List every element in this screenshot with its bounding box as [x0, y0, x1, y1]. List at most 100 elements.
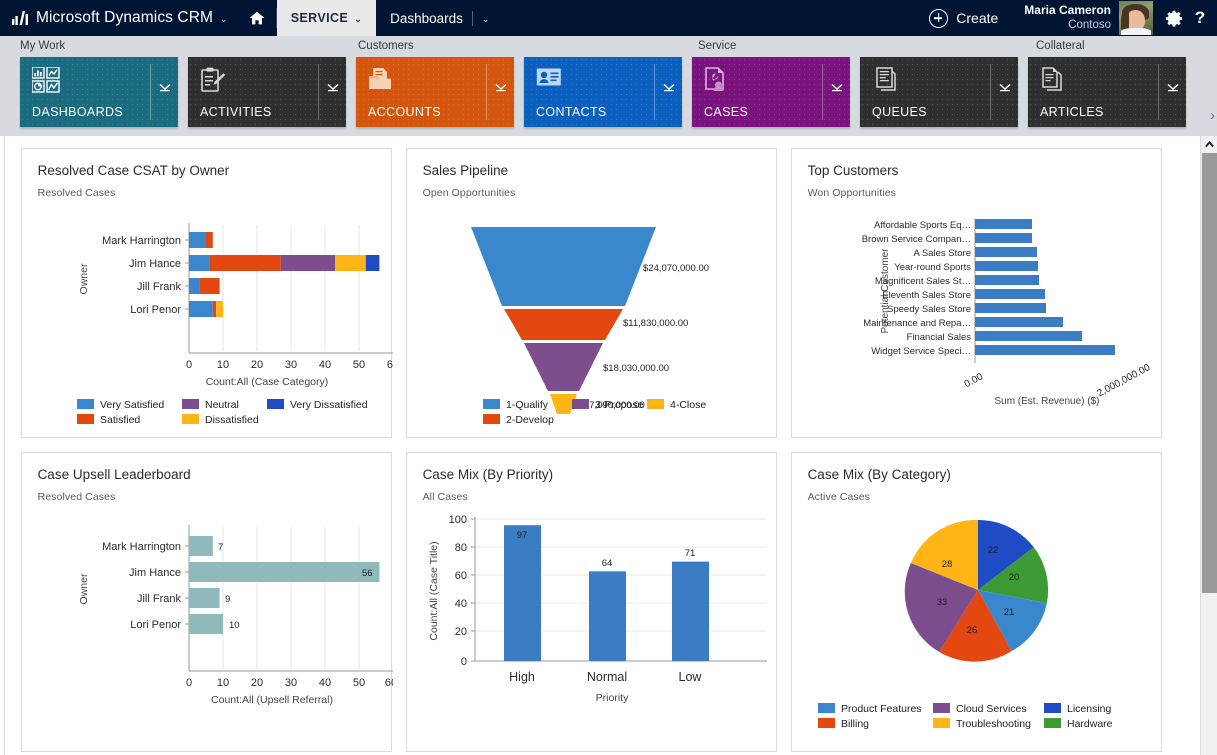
breadcrumb[interactable]: Dashboards ⌄ — [376, 0, 503, 36]
queue-stack-icon — [872, 67, 898, 97]
chart-card-case-upsell-leaderboard[interactable]: Case Upsell Leaderboard Resolved Cases — [21, 452, 392, 752]
breadcrumb-chevron-down-icon[interactable]: ⌄ — [482, 12, 490, 24]
nav-group-customers: Customers — [358, 40, 414, 52]
svg-text:Dissatisfied: Dissatisfied — [205, 414, 259, 426]
vertical-scrollbar[interactable] — [1200, 136, 1217, 755]
svg-text:Year-round Sports: Year-round Sports — [894, 262, 971, 273]
breadcrumb-divider — [472, 11, 473, 26]
svg-text:Potential Customer: Potential Customer — [880, 248, 891, 334]
svg-text:Owner: Owner — [78, 263, 90, 294]
svg-text:Financial Sales: Financial Sales — [906, 332, 971, 343]
nav-tile-contacts-label: CONTACTS — [536, 105, 607, 119]
funnel-label-3: $18,030,000.00 — [603, 363, 669, 374]
svg-text:20: 20 — [250, 359, 262, 371]
avatar[interactable] — [1119, 1, 1153, 35]
bar-value-label: 97 — [516, 530, 527, 541]
svg-text:Brown Service Compan…: Brown Service Compan… — [861, 234, 970, 245]
chevron-down-icon[interactable] — [999, 83, 1011, 95]
nav-tile-queues[interactable]: QUEUES — [860, 57, 1018, 127]
svg-text:Lori Penor: Lori Penor — [130, 304, 181, 316]
chart-card-sales-pipeline[interactable]: Sales Pipeline Open Opportunities $24,07… — [406, 148, 777, 438]
help-button[interactable]: ? — [1189, 0, 1217, 36]
nav-next-arrow-icon[interactable]: › — [1210, 107, 1215, 124]
tab-service-chevron-down-icon[interactable]: ⌄ — [354, 12, 362, 24]
pie-value-label: 22 — [987, 545, 998, 556]
user-info[interactable]: Maria Cameron Contoso — [1016, 0, 1119, 36]
nav-tile-dashboards[interactable]: DASHBOARDS — [20, 57, 178, 127]
svg-text:0: 0 — [186, 359, 192, 371]
user-name: Maria Cameron — [1024, 3, 1111, 18]
chart-title: Resolved Case CSAT by Owner — [38, 163, 375, 178]
nav-tile-activities-label: ACTIVITIES — [200, 105, 272, 119]
svg-text:Mark Harrington: Mark Harrington — [102, 541, 181, 553]
case-wrench-icon — [704, 67, 730, 98]
chevron-up-icon — [1205, 141, 1214, 148]
svg-text:Neutral: Neutral — [205, 399, 239, 411]
chart-card-top-customers[interactable]: Top Customers Won Opportunities Affordab… — [791, 148, 1162, 438]
nav-tile-contacts[interactable]: CONTACTS — [524, 57, 682, 127]
svg-text:Mark Harrington: Mark Harrington — [102, 235, 181, 247]
svg-text:0.00: 0.00 — [962, 371, 985, 390]
svg-text:Normal: Normal — [586, 670, 626, 684]
brand-chevron-down-icon[interactable]: ⌄ — [220, 12, 228, 24]
funnel-chart-svg: $24,070,000.00 $11,830,000.00 $18,030,00… — [407, 201, 778, 437]
chevron-down-icon[interactable] — [159, 83, 171, 95]
nav-group-collateral: Collateral — [1036, 40, 1085, 52]
chart-title: Case Mix (By Category) — [808, 467, 1145, 482]
chart-title: Sales Pipeline — [423, 163, 760, 178]
chart-card-case-mix-by-priority[interactable]: Case Mix (By Priority) All Cases — [406, 452, 777, 752]
svg-text:Jill Frank: Jill Frank — [137, 281, 182, 293]
svg-text:60: 60 — [384, 677, 392, 689]
chevron-down-icon[interactable] — [495, 83, 507, 95]
create-button[interactable]: Create — [911, 0, 1016, 36]
top-navigation-bar: Microsoft Dynamics CRM ⌄ SERVICE ⌄ Dashb… — [0, 0, 1217, 36]
nav-tiles: DASHBOARDS ACTIVITIES — [0, 57, 1217, 129]
scroll-up-button[interactable] — [1201, 136, 1217, 153]
svg-text:Licensing: Licensing — [1067, 703, 1112, 715]
chart-card-case-mix-by-category[interactable]: Case Mix (By Category) Active Cases — [791, 452, 1162, 752]
nav-tile-activities[interactable]: ACTIVITIES — [188, 57, 346, 127]
create-label: Create — [956, 10, 998, 26]
svg-text:Product Features: Product Features — [841, 703, 922, 715]
chart-subtitle: All Cases — [423, 491, 760, 503]
article-pages-icon — [1040, 67, 1066, 97]
settings-button[interactable] — [1159, 0, 1189, 36]
chart-title: Case Mix (By Priority) — [423, 467, 760, 482]
nav-tile-cases[interactable]: CASES — [692, 57, 850, 127]
dashboard-grid-icon — [32, 67, 60, 98]
chart-plot-area: Affordable Sports Eq… Brown Service Comp… — [792, 201, 1161, 437]
svg-text:4-Close: 4-Close — [670, 399, 706, 411]
svg-text:80: 80 — [454, 542, 466, 554]
chevron-down-icon[interactable] — [1167, 83, 1179, 95]
pie-slices — [904, 520, 1047, 662]
scrollbar-track[interactable] — [1201, 593, 1217, 755]
svg-text:Satisfied: Satisfied — [100, 414, 140, 426]
svg-text:1-Qualify: 1-Qualify — [506, 399, 549, 411]
bar-value-label: 9 — [225, 594, 230, 605]
tile-divider — [1158, 64, 1159, 120]
svg-text:Low: Low — [678, 670, 702, 684]
brand-logo-area[interactable]: Microsoft Dynamics CRM ⌄ — [0, 0, 238, 36]
nav-group-labels: My Work Customers Service Collateral — [0, 40, 1217, 57]
chevron-down-icon[interactable] — [663, 83, 675, 95]
pie-value-label: 26 — [966, 625, 977, 636]
contact-card-icon — [536, 67, 564, 94]
svg-text:60: 60 — [386, 359, 392, 371]
svg-text:Owner: Owner — [78, 573, 90, 604]
chart-subtitle: Won Opportunities — [808, 187, 1145, 199]
chart-plot-area: $24,070,000.00 $11,830,000.00 $18,030,00… — [407, 201, 776, 437]
chart-title: Case Upsell Leaderboard — [38, 467, 375, 482]
chevron-down-icon[interactable] — [327, 83, 339, 95]
svg-text:Billing: Billing — [841, 718, 869, 730]
tab-service[interactable]: SERVICE ⌄ — [277, 0, 376, 36]
nav-tile-accounts[interactable]: ACCOUNTS — [356, 57, 514, 127]
nav-tile-articles[interactable]: ARTICLES — [1028, 57, 1186, 127]
nav-tile-articles-label: ARTICLES — [1040, 105, 1104, 119]
chevron-down-icon[interactable] — [831, 83, 843, 95]
folder-document-icon — [368, 67, 396, 97]
scrollbar-thumb[interactable] — [1202, 153, 1217, 593]
bar-value-label: 7 — [218, 542, 223, 553]
home-button[interactable] — [238, 0, 276, 36]
chart-card-resolved-case-csat[interactable]: Resolved Case CSAT by Owner Resolved Cas… — [21, 148, 392, 438]
svg-text:40: 40 — [318, 677, 330, 689]
